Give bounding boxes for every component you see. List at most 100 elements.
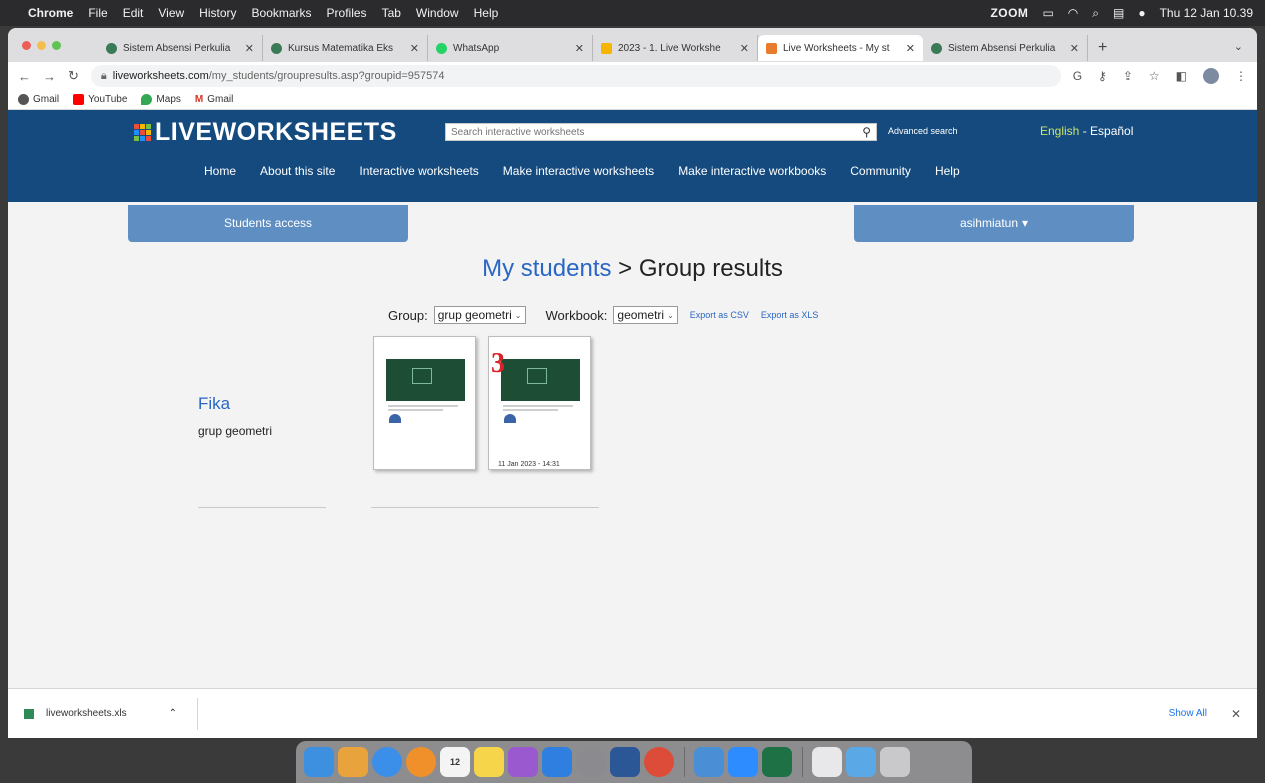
tab-search-chevron-icon[interactable]: ⌄: [1234, 40, 1243, 53]
trash-icon[interactable]: [880, 747, 910, 777]
group-label: Group:: [388, 307, 428, 323]
menu-history[interactable]: History: [199, 6, 236, 20]
reload-icon[interactable]: ↻: [68, 68, 79, 84]
bookmark-youtube[interactable]: YouTube: [73, 94, 127, 105]
student-name-link[interactable]: Fika: [198, 394, 230, 414]
export-csv-link[interactable]: Export as CSV: [690, 310, 749, 320]
close-icon[interactable]: ✕: [1231, 707, 1241, 721]
notes-icon[interactable]: [474, 747, 504, 777]
close-tab-icon[interactable]: ✕: [1070, 42, 1079, 55]
menu-edit[interactable]: Edit: [123, 6, 144, 20]
menu-tab[interactable]: Tab: [382, 6, 401, 20]
nav-home[interactable]: Home: [204, 164, 236, 178]
nav-help[interactable]: Help: [935, 164, 960, 178]
control-center-icon[interactable]: ▤: [1113, 6, 1124, 20]
bookmark-gmail[interactable]: Gmail: [18, 94, 59, 105]
my-students-link[interactable]: My students: [482, 255, 611, 282]
group-select[interactable]: grup geometri ⌄: [433, 306, 526, 324]
app-store-icon[interactable]: [542, 747, 572, 777]
launchpad-icon[interactable]: [338, 747, 368, 777]
screen-mirror-icon[interactable]: ▭: [1042, 6, 1053, 20]
user-menu-tab[interactable]: asihmiatun ▾: [854, 205, 1134, 242]
language-english-link[interactable]: English: [1040, 124, 1079, 138]
worksheet-result-thumbnail[interactable]: [373, 336, 476, 470]
zoom-status-item[interactable]: ZOOM: [990, 6, 1028, 20]
password-key-icon[interactable]: ⚷: [1098, 69, 1107, 83]
browser-tab[interactable]: Sistem Absensi Perkulia ✕: [98, 35, 263, 61]
close-tab-icon[interactable]: ✕: [740, 42, 749, 55]
system-settings-icon[interactable]: [576, 747, 606, 777]
side-panel-icon[interactable]: ◧: [1176, 69, 1187, 83]
url-path: /my_students/groupresults.asp?groupid=95…: [208, 70, 445, 82]
forward-arrow-icon[interactable]: →: [43, 69, 56, 84]
export-xls-link[interactable]: Export as XLS: [761, 310, 819, 320]
spotlight-search-icon[interactable]: ⌕: [1092, 6, 1099, 21]
chrome-window: Sistem Absensi Perkulia ✕ Kursus Matemat…: [8, 28, 1257, 738]
download-filename[interactable]: liveworksheets.xls: [46, 708, 127, 719]
show-all-downloads-link[interactable]: Show All: [1169, 708, 1207, 719]
menu-app-name[interactable]: Chrome: [28, 6, 73, 20]
safari-icon[interactable]: [372, 747, 402, 777]
nav-make-workbooks[interactable]: Make interactive workbooks: [678, 164, 826, 178]
fullscreen-window-button[interactable]: [52, 41, 61, 50]
site-search-input[interactable]: [451, 126, 863, 138]
students-access-tab[interactable]: Students access: [128, 205, 408, 242]
lock-icon[interactable]: 🔒︎: [101, 70, 107, 83]
workbook-select[interactable]: geometri ⌄: [613, 306, 678, 324]
worksheet-figure-icon: [389, 414, 401, 423]
bookmark-gmail-2[interactable]: M Gmail: [195, 94, 233, 105]
menu-help[interactable]: Help: [474, 6, 499, 20]
browser-tab[interactable]: WhatsApp ✕: [428, 35, 593, 61]
close-tab-icon[interactable]: ✕: [906, 42, 915, 55]
excel-icon[interactable]: [762, 747, 792, 777]
close-tab-icon[interactable]: ✕: [575, 42, 584, 55]
calendar-icon[interactable]: 12: [440, 747, 470, 777]
menu-bookmarks[interactable]: Bookmarks: [252, 6, 312, 20]
address-bar[interactable]: 🔒︎ liveworksheets.com/my_students/groupr…: [90, 65, 1061, 87]
finder-icon[interactable]: [304, 747, 334, 777]
menu-profiles[interactable]: Profiles: [327, 6, 367, 20]
browser-tab[interactable]: Sistem Absensi Perkulia ✕: [923, 35, 1088, 61]
photos-icon[interactable]: [406, 747, 436, 777]
nav-community[interactable]: Community: [850, 164, 911, 178]
document-icon[interactable]: [812, 747, 842, 777]
menu-window[interactable]: Window: [416, 6, 459, 20]
share-icon[interactable]: ⇪: [1123, 69, 1133, 83]
site-nav: Home About this site Interactive workshe…: [204, 164, 960, 178]
page-title-rest: > Group results: [611, 255, 783, 282]
site-logo[interactable]: LIVEWORKSHEETS: [134, 118, 397, 147]
worksheet-result-thumbnail[interactable]: 3 11 Jan 2023 - 14:31: [488, 336, 591, 470]
browser-tab-active[interactable]: Live Worksheets - My st ✕: [758, 35, 923, 61]
browser-tab[interactable]: Kursus Matematika Eks ✕: [263, 35, 428, 61]
chevron-up-icon[interactable]: ⌃: [169, 708, 177, 719]
profile-avatar[interactable]: [1203, 68, 1219, 84]
bookmark-maps[interactable]: Maps: [141, 94, 181, 105]
browser-tab[interactable]: 2023 - 1. Live Workshe ✕: [593, 35, 758, 61]
new-tab-icon[interactable]: +: [1098, 39, 1107, 57]
zoom-icon[interactable]: [728, 747, 758, 777]
nav-interactive-worksheets[interactable]: Interactive worksheets: [359, 164, 478, 178]
wifi-icon[interactable]: ◠: [1068, 6, 1078, 20]
bookmark-star-icon[interactable]: ☆: [1149, 69, 1160, 83]
google-lens-icon[interactable]: G: [1073, 69, 1082, 83]
close-tab-icon[interactable]: ✕: [245, 42, 254, 55]
menubar-clock[interactable]: Thu 12 Jan 10.39: [1160, 6, 1253, 20]
chrome-icon[interactable]: [644, 747, 674, 777]
chrome-menu-icon[interactable]: ⋮: [1235, 69, 1247, 83]
podcasts-icon[interactable]: [508, 747, 538, 777]
language-spanish-link[interactable]: - Español: [1079, 124, 1134, 138]
menu-file[interactable]: File: [88, 6, 107, 20]
advanced-search-link[interactable]: Advanced search: [888, 126, 958, 136]
nav-make-worksheets[interactable]: Make interactive worksheets: [503, 164, 654, 178]
preview-icon[interactable]: [694, 747, 724, 777]
word-icon[interactable]: [610, 747, 640, 777]
search-icon[interactable]: ⚲: [862, 125, 871, 139]
menu-view[interactable]: View: [158, 6, 184, 20]
close-window-button[interactable]: [22, 41, 31, 50]
downloads-folder-icon[interactable]: [846, 747, 876, 777]
nav-about[interactable]: About this site: [260, 164, 335, 178]
minimize-window-button[interactable]: [37, 41, 46, 50]
siri-icon[interactable]: ●: [1138, 6, 1145, 20]
close-tab-icon[interactable]: ✕: [410, 42, 419, 55]
back-arrow-icon[interactable]: ←: [18, 69, 31, 84]
